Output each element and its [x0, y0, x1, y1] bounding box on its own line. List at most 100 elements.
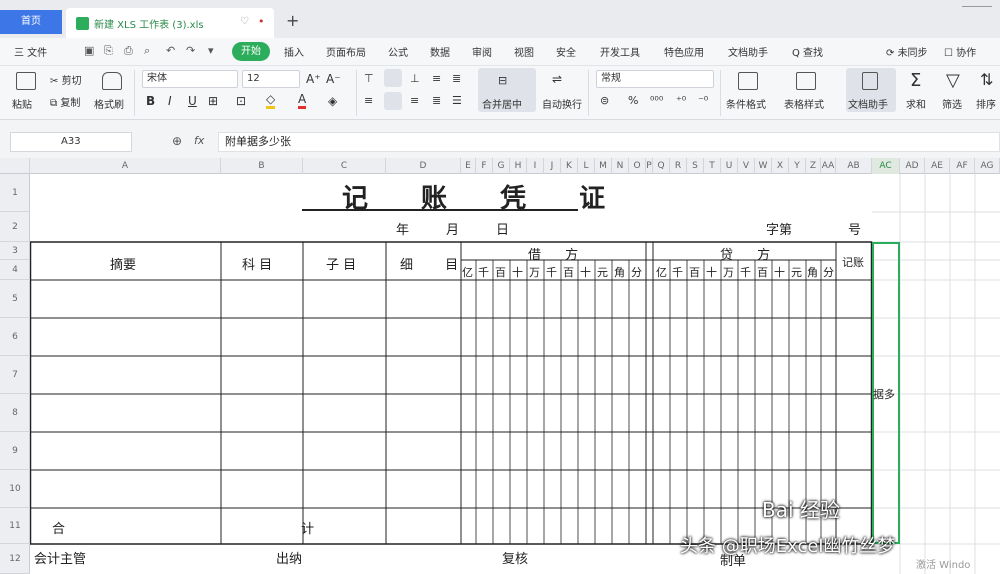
align-middle-icon[interactable] — [384, 69, 402, 87]
redo-icon[interactable]: ↷ — [186, 44, 195, 57]
column-header[interactable]: M — [595, 158, 612, 174]
sort-button[interactable]: 排序 — [976, 96, 996, 111]
menu-formulas[interactable]: 公式 — [388, 44, 408, 59]
row-header[interactable]: 1 — [0, 174, 30, 212]
menu-start[interactable]: 开始 — [232, 42, 270, 61]
export-icon[interactable]: ⎘ — [104, 44, 113, 58]
menu-view[interactable]: 视图 — [514, 44, 534, 59]
collab-button[interactable]: ☐ 协作 — [944, 44, 976, 59]
column-header[interactable]: H — [510, 158, 527, 174]
currency-icon[interactable]: ⊜ — [600, 94, 609, 107]
undo-icon[interactable]: ↶ — [166, 44, 175, 57]
column-header[interactable]: N — [612, 158, 629, 174]
column-header[interactable]: E — [461, 158, 476, 174]
preview-icon[interactable]: ⌕ — [144, 44, 150, 58]
column-header[interactable]: Q — [653, 158, 670, 174]
column-header[interactable]: J — [544, 158, 561, 174]
filter-icon[interactable]: ▽ — [946, 70, 960, 91]
format-painter-icon[interactable] — [102, 72, 122, 90]
font-size-select[interactable]: 12 — [242, 70, 300, 88]
bold-button[interactable]: B — [146, 94, 155, 108]
document-tab[interactable]: 新建 XLS 工作表 (3).xls ♡ • — [66, 8, 274, 38]
align-center-icon[interactable] — [384, 92, 402, 110]
sum-button[interactable]: 求和 — [906, 96, 926, 111]
column-header[interactable]: AE — [925, 158, 950, 174]
minimize-icon[interactable] — [962, 6, 992, 10]
column-header[interactable]: P — [646, 158, 653, 174]
table-style-button[interactable]: 表格样式 — [784, 96, 824, 111]
doc-helper-button[interactable]: 文档助手 — [846, 68, 896, 112]
increase-decimal-icon[interactable]: ⁺⁰ — [676, 94, 686, 107]
column-header[interactable]: K — [561, 158, 578, 174]
decrease-font-icon[interactable]: A⁻ — [326, 72, 341, 86]
clear-icon[interactable]: ◈ — [328, 94, 337, 108]
column-header[interactable]: V — [738, 158, 755, 174]
wrap-text-button[interactable]: 自动换行 — [542, 96, 582, 111]
format-painter-button[interactable]: 格式刷 — [94, 96, 124, 111]
copy-button[interactable]: ⧉ 复制 — [50, 94, 80, 109]
row-header[interactable]: 3 — [0, 242, 30, 260]
customize-quick-access-icon[interactable]: ▾ — [208, 44, 214, 57]
print-icon[interactable]: ⎙ — [124, 44, 133, 58]
save-icon[interactable]: ▣ — [84, 44, 94, 57]
column-header[interactable]: T — [704, 158, 721, 174]
justify-icon[interactable]: ≣ — [432, 94, 441, 107]
column-header-selected[interactable]: AC — [872, 158, 900, 174]
underline-button[interactable]: U — [188, 94, 197, 108]
column-header[interactable]: Z — [806, 158, 821, 174]
merge-center-button[interactable]: ⊟ 合并居中 — [478, 68, 536, 112]
sum-icon[interactable]: Σ — [910, 70, 921, 91]
column-header[interactable]: AF — [950, 158, 975, 174]
font-name-select[interactable]: 宋体 — [142, 70, 238, 88]
align-top-icon[interactable]: ⊤ — [364, 72, 374, 85]
row-header[interactable]: 11 — [0, 508, 30, 544]
column-header[interactable]: R — [670, 158, 687, 174]
column-header[interactable]: S — [687, 158, 704, 174]
conditional-format-icon[interactable] — [738, 72, 758, 90]
column-header[interactable]: AG — [975, 158, 1000, 174]
cut-button[interactable]: ✂ 剪切 — [50, 72, 82, 87]
new-tab-button[interactable]: + — [286, 11, 299, 30]
decrease-decimal-icon[interactable]: ⁻⁰ — [698, 94, 708, 107]
align-bottom-icon[interactable]: ⊥ — [410, 72, 420, 85]
menu-features[interactable]: 特色应用 — [664, 44, 704, 59]
column-header[interactable]: A — [30, 158, 221, 174]
column-header[interactable]: AA — [821, 158, 836, 174]
font-color-icon[interactable]: A — [298, 93, 307, 109]
filter-button[interactable]: 筛选 — [942, 96, 962, 111]
column-header[interactable]: U — [721, 158, 738, 174]
column-header[interactable]: C — [303, 158, 386, 174]
name-box[interactable]: A33 — [10, 132, 132, 152]
row-header[interactable]: 8 — [0, 394, 30, 432]
table-style-icon[interactable] — [796, 72, 816, 90]
row-header[interactable]: 5 — [0, 280, 30, 318]
column-header[interactable]: AD — [900, 158, 925, 174]
sync-status[interactable]: ⟳ 未同步 — [886, 44, 928, 59]
column-header[interactable]: L — [578, 158, 595, 174]
row-header[interactable]: 9 — [0, 432, 30, 470]
wrap-text-icon[interactable]: ⇌ — [552, 72, 562, 86]
column-header[interactable]: AB — [836, 158, 872, 174]
formula-input[interactable]: 附单据多少张 — [218, 132, 1000, 152]
worksheet-grid[interactable]: 记 账 凭 证 年 月 日 字第 号 摘要 科 目 子 目 细 目 借 方 贷 … — [30, 174, 1000, 574]
column-header[interactable]: D — [386, 158, 461, 174]
pin-icon[interactable]: ♡ — [240, 16, 249, 27]
italic-button[interactable]: I — [168, 94, 172, 108]
find-button[interactable]: Q 查找 — [792, 44, 823, 59]
column-header[interactable]: F — [476, 158, 493, 174]
menu-developer[interactable]: 开发工具 — [600, 44, 640, 59]
thousands-icon[interactable]: ⁰⁰⁰ — [650, 94, 663, 107]
row-header[interactable]: 10 — [0, 470, 30, 508]
indent-icon[interactable]: ≡ — [432, 72, 441, 85]
paste-button[interactable]: 粘贴 — [12, 96, 32, 111]
file-menu[interactable]: 三 文件 — [14, 44, 47, 59]
row-header[interactable]: 12 — [0, 544, 30, 574]
borders-icon[interactable]: ⊞ — [208, 94, 218, 108]
home-tab[interactable]: 首页 — [0, 10, 62, 34]
sort-icon[interactable]: ⇅ — [980, 70, 993, 89]
fill-color-icon[interactable]: ◇ — [266, 93, 276, 109]
row-header[interactable]: 7 — [0, 356, 30, 394]
menu-security[interactable]: 安全 — [556, 44, 576, 59]
menu-page-layout[interactable]: 页面布局 — [326, 44, 366, 59]
number-format-select[interactable]: 常规 — [596, 70, 714, 88]
